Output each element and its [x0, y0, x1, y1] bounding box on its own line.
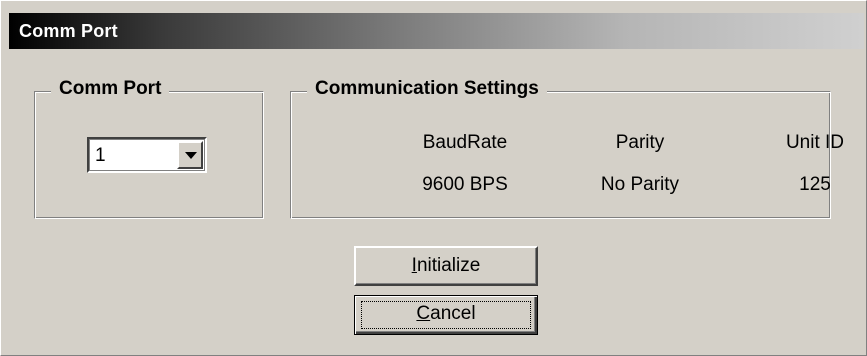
parity-label: Parity — [615, 132, 665, 153]
unit-id-value: 125 — [799, 174, 831, 195]
initialize-button[interactable]: Initialize — [354, 246, 538, 286]
window-title: Comm Port — [19, 21, 118, 41]
baudrate-value: 9600 BPS — [422, 174, 508, 195]
comm-port-dialog: Comm Port Comm Port 1 Communication Sett… — [0, 0, 867, 356]
initialize-label-rest: nitialize — [416, 255, 481, 276]
comm-port-selected-value: 1 — [95, 145, 106, 166]
title-bar[interactable]: Comm Port — [9, 13, 864, 49]
comm-port-dropdown-button[interactable] — [177, 141, 203, 169]
comm-port-combobox[interactable]: 1 — [87, 137, 207, 173]
cancel-label-rest: ancel — [430, 303, 476, 324]
cancel-mnemonic: C — [416, 303, 431, 324]
cancel-button[interactable]: Cancel — [354, 295, 538, 335]
baudrate-label: BaudRate — [422, 132, 508, 153]
communication-settings-legend: Communication Settings — [307, 78, 547, 100]
chevron-down-icon — [185, 152, 197, 159]
initialize-button-label: Initialize — [412, 255, 481, 276]
comm-port-group-legend: Comm Port — [51, 78, 170, 100]
unit-id-label: Unit ID — [785, 132, 845, 153]
cancel-button-label: Cancel — [416, 303, 475, 324]
communication-settings-group: Communication Settings — [290, 78, 831, 219]
parity-value: No Parity — [600, 174, 680, 195]
